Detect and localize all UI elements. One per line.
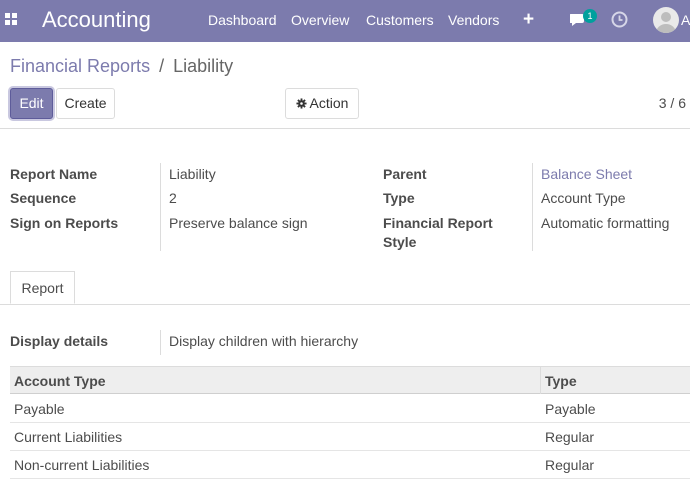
report-name-value: Liability bbox=[169, 166, 216, 182]
parent-link[interactable]: Balance Sheet bbox=[541, 166, 632, 182]
report-name-label: Report Name bbox=[10, 166, 98, 182]
control-panel-divider bbox=[0, 128, 690, 129]
breadcrumb: Financial Reports / Liability bbox=[10, 56, 233, 77]
cell-account-type: Current Liabilities bbox=[14, 429, 123, 445]
sequence-value: 2 bbox=[169, 190, 177, 206]
cell-account-type: Payable bbox=[14, 401, 65, 417]
tab-bar-line bbox=[0, 304, 690, 305]
cell-type: Regular bbox=[545, 429, 595, 445]
pager: 3 / 6 bbox=[658, 95, 686, 111]
avatar[interactable] bbox=[653, 7, 679, 33]
cell-type: Payable bbox=[545, 401, 596, 417]
breadcrumb-current: Liability bbox=[173, 56, 234, 76]
edit-button[interactable]: Edit bbox=[10, 88, 53, 119]
table-header: Account Type Type bbox=[10, 366, 690, 394]
display-details-separator bbox=[160, 330, 161, 355]
report-style-value: Automatic formatting bbox=[541, 215, 670, 231]
cell-type: Regular bbox=[545, 457, 595, 473]
display-details-value: Display children with hierarchy bbox=[169, 333, 359, 349]
apps-menu-icon[interactable] bbox=[5, 13, 17, 25]
app-title[interactable]: Accounting bbox=[42, 7, 151, 33]
tab-report[interactable]: Report bbox=[10, 271, 75, 304]
table-row[interactable]: Payable Payable bbox=[10, 395, 690, 423]
type-value: Account Type bbox=[541, 190, 626, 206]
report-style-label-line1: Financial Report bbox=[383, 215, 493, 231]
create-button[interactable]: Create bbox=[56, 88, 115, 119]
column-account-type[interactable]: Account Type bbox=[14, 373, 106, 389]
chat-badge: 1 bbox=[583, 9, 597, 23]
menu-vendors[interactable]: Vendors bbox=[448, 12, 499, 28]
table-row[interactable]: Current Liabilities Regular bbox=[10, 423, 690, 451]
menu-customers[interactable]: Customers bbox=[366, 12, 434, 28]
sign-on-reports-value: Preserve balance sign bbox=[169, 215, 308, 231]
top-navbar: Accounting Dashboard Overview Customers … bbox=[0, 0, 690, 42]
sequence-label: Sequence bbox=[10, 190, 77, 206]
report-style-label-line2: Style bbox=[383, 234, 417, 250]
column-separator bbox=[540, 367, 541, 394]
display-details-label: Display details bbox=[10, 333, 109, 349]
parent-label: Parent bbox=[383, 166, 427, 182]
action-button[interactable]: Action bbox=[285, 88, 359, 119]
action-button-label: Action bbox=[309, 95, 349, 111]
user-initial[interactable]: A bbox=[681, 12, 690, 28]
clock-icon[interactable] bbox=[611, 11, 628, 28]
menu-overview[interactable]: Overview bbox=[291, 12, 349, 28]
gear-icon bbox=[295, 98, 307, 109]
sign-on-reports-label: Sign on Reports bbox=[10, 215, 119, 231]
breadcrumb-parent[interactable]: Financial Reports bbox=[10, 56, 150, 76]
left-group-separator bbox=[160, 163, 161, 251]
column-type[interactable]: Type bbox=[545, 373, 577, 389]
type-label: Type bbox=[383, 190, 415, 206]
plus-icon[interactable]: + bbox=[523, 9, 534, 31]
cell-account-type: Non-current Liabilities bbox=[14, 457, 150, 473]
right-group-separator bbox=[532, 163, 533, 251]
breadcrumb-separator: / bbox=[159, 56, 165, 76]
menu-dashboard[interactable]: Dashboard bbox=[208, 12, 277, 28]
table-row[interactable]: Non-current Liabilities Regular bbox=[10, 451, 690, 479]
